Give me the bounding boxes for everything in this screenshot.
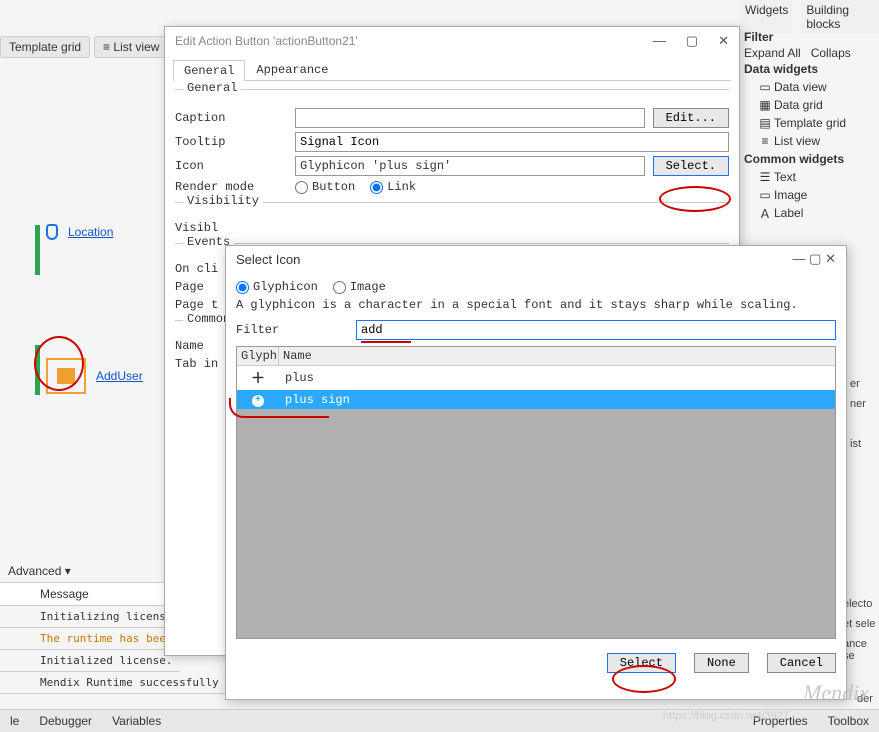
msg-row: Initializing licens [0,606,180,628]
close-icon[interactable]: ✕ [825,251,836,266]
visible-label: Visibl [175,221,295,235]
maximize-icon[interactable]: ▢ [809,251,821,266]
item-label[interactable]: Label [774,206,803,220]
data-grid-icon: ▦ [758,98,772,112]
glyphicon-info: A glyphicon is a character in a special … [236,298,836,312]
item-template-grid[interactable]: Template grid [774,116,846,130]
filter-label: Filter [236,323,356,337]
close-icon[interactable]: ✕ [718,33,729,49]
adduser-link[interactable]: AddUser [96,369,143,383]
icon-label: Icon [175,159,295,173]
radio-link-mode[interactable]: Link [370,180,416,194]
collapse-all[interactable]: Collaps [811,46,851,60]
bottom-tab-toolbox[interactable]: Toolbox [828,714,869,728]
item-image[interactable]: Image [774,188,807,202]
minimize-icon[interactable]: — [653,33,666,49]
edge-text: ist [850,438,861,450]
maximize-icon[interactable]: ▢ [686,33,698,49]
plus-icon: ＋ [251,372,265,388]
col-glyph[interactable]: Glyph [237,347,279,365]
red-curve-annotation [229,398,329,418]
edge-text: er [850,378,860,390]
edge-text: et sele [843,618,875,630]
red-underline-annotation [361,341,411,343]
edge-text: electo [843,598,872,610]
red-oval-annotation [659,186,731,212]
edge-text: ance se [843,638,879,662]
radio-button-mode[interactable]: Button [295,180,355,194]
select-icon-button[interactable]: Select. [653,156,729,176]
template-grid-icon: ▤ [758,116,772,130]
toolbar-list-view[interactable]: ≡ List view [94,36,168,58]
bottom-tab-le[interactable]: le [10,714,19,728]
bottom-tab-variables[interactable]: Variables [112,714,161,728]
edge-text: ner [850,398,866,410]
red-oval-annotation [612,665,676,693]
red-circle-annotation [34,336,84,391]
bottom-tab-debugger[interactable]: Debugger [39,714,92,728]
text-icon: ☰ [758,170,772,184]
advanced-dropdown[interactable]: Advanced ▾ [0,560,180,582]
list-icon: ≡ [103,40,113,54]
radio-glyphicon[interactable]: Glyphicon [236,280,318,294]
radio-image[interactable]: Image [333,280,386,294]
list-view-icon: ≡ [758,134,772,148]
watermark-url: https://blog.csdn.net/3927 [663,710,789,722]
icon-value: Glyphicon 'plus sign' [295,156,645,176]
filter-header: Filter [744,28,879,46]
dialog2-title: Select Icon [236,252,300,267]
location-link[interactable]: Location [68,225,113,239]
tab-appearance[interactable]: Appearance [245,59,339,80]
minimize-icon[interactable]: — [793,251,806,266]
msg-row-warning: The runtime has bee [0,628,180,650]
label-icon: Ａ [758,206,772,220]
item-data-view[interactable]: Data view [774,80,827,94]
col-name[interactable]: Name [279,347,835,365]
tooltip-input[interactable] [295,132,729,152]
data-view-icon: ▭ [758,80,772,94]
image-icon: ▭ [758,188,772,202]
render-mode-label: Render mode [175,180,295,194]
section-general: General [183,81,241,95]
toolbar-template-grid[interactable]: Template grid [0,36,90,58]
item-data-grid[interactable]: Data grid [774,98,823,112]
select-icon-dialog: Select Icon — ▢ ✕ Glyphicon Image A glyp… [225,245,847,700]
message-header: Message [0,582,180,606]
item-text[interactable]: Text [774,170,796,184]
none-button[interactable]: None [694,653,749,673]
common-widgets-header: Common widgets [744,150,879,168]
caption-input[interactable] [295,108,645,128]
icon-grid: Glyph Name ＋ plus + plus sign [236,346,836,639]
tooltip-label: Tooltip [175,135,295,149]
dialog1-title: Edit Action Button 'actionButton21' [175,34,358,48]
expand-all[interactable]: Expand All [744,46,801,60]
caption-label: Caption [175,111,295,125]
watermark: Mendix [803,680,869,706]
item-list-view[interactable]: List view [774,134,820,148]
edit-button[interactable]: Edit... [653,108,729,128]
tab-general[interactable]: General [173,60,245,81]
data-widgets-header: Data widgets [744,60,879,78]
green-marker [35,225,40,275]
icon-row-plus[interactable]: ＋ plus [237,366,835,390]
pin-icon [46,224,58,240]
cancel-button[interactable]: Cancel [767,653,836,673]
filter-input[interactable] [356,320,836,340]
msg-row: Initialized license. [0,650,180,672]
section-visibility: Visibility [183,194,263,208]
